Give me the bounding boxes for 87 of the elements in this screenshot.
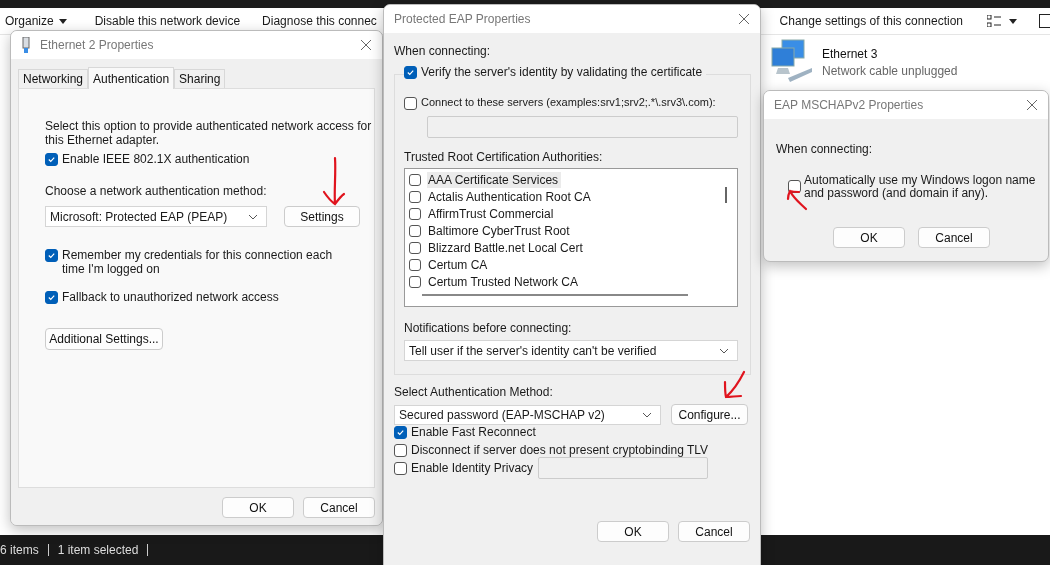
status-text: 1 item selected: [48, 544, 149, 556]
connection-status: Network cable unplugged: [822, 64, 958, 78]
list-item[interactable]: AffirmTrust Commercial: [427, 205, 557, 222]
scrollbar[interactable]: [725, 187, 727, 203]
servers-field[interactable]: [427, 116, 738, 138]
dialog-button[interactable]: Cancel: [918, 227, 990, 248]
window-title: Ethernet 2 Properties: [40, 38, 155, 52]
dialog-button[interactable]: Cancel: [678, 521, 750, 542]
settings-button[interactable]: Settings: [284, 206, 360, 227]
checkbox[interactable]: [409, 224, 421, 237]
checkbox-label: Verify the server's identity by validating the certificate: [421, 65, 703, 79]
checkbox-label: Fallback to unauthorized network access: [62, 290, 280, 304]
close-icon[interactable]: [1026, 99, 1038, 111]
checkbox[interactable]: [404, 66, 417, 79]
checkbox-label: Enable Fast Reconnect: [411, 425, 536, 439]
checkbox[interactable]: [409, 241, 421, 254]
close-icon[interactable]: [738, 13, 750, 25]
caret-icon[interactable]: [1009, 18, 1017, 24]
check-icon: [396, 428, 405, 437]
section-label: When connecting:: [776, 142, 874, 156]
annotation-arrow: [322, 156, 346, 208]
list-item[interactable]: Blizzard Battle.net Local Cert: [427, 239, 586, 256]
checkbox[interactable]: [409, 258, 421, 271]
toolbar-button[interactable]: Disable this network device: [94, 14, 241, 28]
caret-icon: [58, 18, 67, 24]
view-options-icon[interactable]: [987, 15, 1001, 27]
checkbox[interactable]: [45, 249, 58, 262]
check-icon: [47, 155, 56, 164]
method-dropdown[interactable]: Secured password (EAP-MSCHAP v2): [394, 404, 661, 425]
check-icon: [406, 68, 415, 77]
list-item[interactable]: Certum Trusted Network CA: [427, 273, 582, 290]
checkbox[interactable]: [394, 444, 407, 457]
list-item[interactable]: Certum CA: [427, 256, 491, 273]
dialog-button[interactable]: OK: [833, 227, 905, 248]
checkbox-label: Enable Identity Privacy: [411, 461, 534, 475]
additional-settings-button[interactable]: Additional Settings...: [45, 328, 163, 350]
tab[interactable]: Networking: [18, 69, 89, 88]
notifications-label: Notifications before connecting:: [404, 321, 573, 335]
checkbox[interactable]: [394, 426, 407, 439]
list-label: Trusted Root Certification Authorities:: [404, 150, 604, 164]
menu-button[interactable]: Organize: [5, 14, 67, 28]
dialog-button[interactable]: Cancel: [303, 497, 375, 518]
check-icon: [47, 293, 56, 302]
checkbox[interactable]: [394, 462, 407, 475]
notifications-dropdown[interactable]: Tell user if the server's identity can't be verified: [404, 340, 738, 361]
toolbar-button[interactable]: Change settings of this connection: [779, 14, 963, 28]
window-title: Protected EAP Properties: [394, 12, 532, 26]
method-label: Select Authentication Method:: [394, 385, 554, 399]
checkbox[interactable]: [45, 291, 58, 304]
pane-icon[interactable]: [1039, 14, 1050, 28]
annotation-arrow: [722, 370, 746, 400]
configure-button[interactable]: Configure...: [671, 404, 748, 425]
identity-field[interactable]: [538, 457, 708, 479]
network-computer-icon: [768, 38, 814, 84]
checkbox-label: Disconnect if server does not present cryptobinding TLV: [411, 443, 709, 457]
list-item[interactable]: AAA Certificate Services: [427, 171, 562, 188]
toolbar-button[interactable]: Diagnose this connec: [262, 14, 377, 28]
network-adapter-icon: [21, 37, 31, 53]
connection-name: Ethernet 3: [822, 47, 879, 61]
checkbox-label: Remember my credentials for this connection each time I'm logged on: [62, 248, 334, 276]
tab[interactable]: Sharing: [174, 69, 226, 88]
chevron-down-icon: [642, 411, 652, 418]
tab[interactable]: Authentication: [88, 67, 175, 89]
window-title: EAP MSCHAPv2 Properties: [774, 98, 925, 112]
description-text: Select this option to provide authenticated network access for this Ethernet adapter.: [45, 119, 373, 147]
checkbox[interactable]: [404, 97, 417, 110]
checkbox-label: Automatically use my Windows logon name and password (and domain if any).: [804, 174, 1036, 200]
check-icon: [47, 251, 56, 260]
dialog-button[interactable]: OK: [222, 497, 294, 518]
close-icon[interactable]: [360, 39, 372, 51]
checkbox[interactable]: [409, 275, 421, 288]
status-text: 6 items: [0, 544, 49, 556]
list-item[interactable]: Actalis Authentication Root CA: [427, 188, 594, 205]
checkbox[interactable]: [409, 207, 421, 220]
checkbox[interactable]: [409, 173, 421, 186]
chevron-down-icon: [719, 347, 729, 354]
checkbox-label: Enable IEEE 802.1X authentication: [62, 152, 250, 166]
method-dropdown[interactable]: Microsoft: Protected EAP (PEAP): [45, 206, 267, 227]
dialog-button[interactable]: OK: [597, 521, 669, 542]
list-item[interactable]: Baltimore CyberTrust Root: [427, 222, 573, 239]
method-label: Choose a network authentication method:: [45, 184, 268, 198]
checkbox[interactable]: [45, 153, 58, 166]
checkbox[interactable]: [409, 190, 421, 203]
checkbox-label: Connect to these servers (examples:srv1;srv2;.*\.srv3\.com):: [421, 96, 716, 108]
scrollbar[interactable]: [422, 294, 688, 296]
chevron-down-icon: [248, 213, 258, 220]
section-label: When connecting:: [394, 44, 492, 58]
